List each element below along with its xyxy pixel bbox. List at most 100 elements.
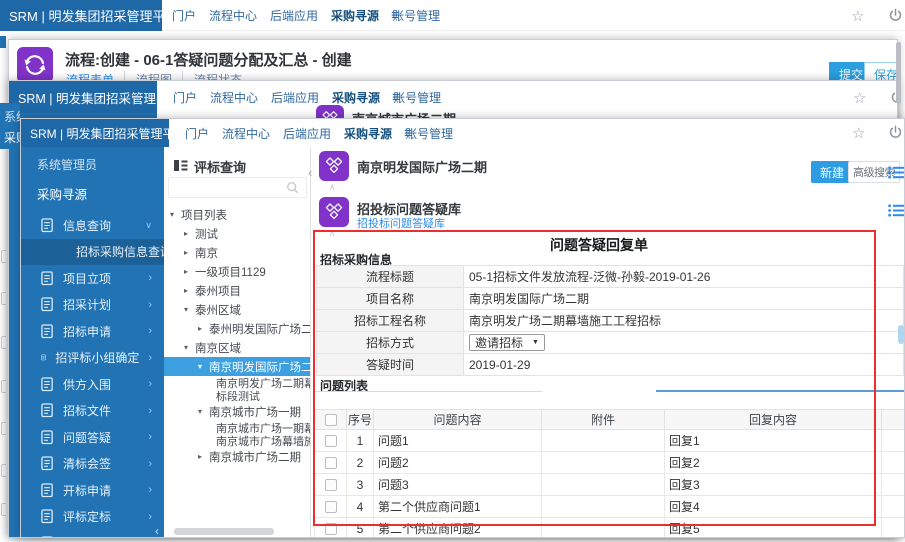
nav-item[interactable]: 门户 — [185, 125, 209, 142]
nav-item[interactable]: 流程中心 — [209, 7, 257, 24]
tree-node-label: 南京城市广场二期 — [209, 449, 301, 465]
nav-item[interactable]: 采购寻源 — [331, 7, 379, 24]
sidebar-menu-item[interactable]: 招标文件 › — [21, 398, 164, 425]
tree-caret-icon[interactable]: ▸ — [184, 229, 195, 238]
field-label: 招标方式 — [317, 332, 464, 353]
sidebar-item-label: 招标申请 — [63, 323, 111, 340]
list-view-icon[interactable] — [888, 166, 904, 179]
tree-caret-icon[interactable]: ▾ — [184, 343, 195, 352]
covered-icon-fragment — [1, 464, 6, 477]
tree-caret-icon[interactable]: ▸ — [198, 452, 209, 461]
field-value[interactable]: 邀请招标▼ — [469, 334, 545, 351]
tree-node-label: 泰州项目 — [195, 283, 241, 299]
form-field-row: 流程标题 05-1招标文件发放流程-泛微-孙毅-2019-01-26▼ — [317, 266, 903, 288]
sidebar-collapse-icon[interactable]: ‹ — [155, 524, 159, 538]
tree-node[interactable]: 南京明发广场二期幕墙施工 — [164, 376, 311, 389]
tree-caret-icon[interactable]: ▾ — [170, 210, 181, 219]
tree-caret-icon[interactable]: ▸ — [198, 324, 209, 333]
tree-search-input[interactable] — [168, 177, 307, 198]
tree-node[interactable]: ▸测试 — [164, 224, 311, 243]
tree-caret-icon[interactable]: ▸ — [184, 248, 195, 257]
qa-library-link[interactable]: 招投标问题答疑库 — [357, 215, 445, 231]
collapse-caret-icon[interactable]: ∧ — [329, 182, 336, 193]
horizontal-scrollbar[interactable] — [174, 528, 274, 535]
new-button[interactable]: 新建 — [811, 161, 853, 183]
tree-node[interactable]: 南京城市广场一期幕墙施工 — [164, 421, 311, 434]
reply-content: 回复2 — [665, 452, 882, 474]
tree-node[interactable]: ▸泰州项目 — [164, 281, 311, 300]
nav-item[interactable]: 后端应用 — [283, 125, 331, 142]
table-header-cell: 序号 — [347, 410, 374, 430]
nav-item[interactable]: 门户 — [172, 7, 196, 24]
vertical-scrollbar[interactable] — [896, 42, 901, 104]
tree-caret-icon[interactable]: ▾ — [198, 407, 209, 416]
sidebar-item-label: 开标申请 — [63, 482, 111, 499]
field-value[interactable]: 南京明发国际广场二期▼ — [469, 290, 589, 307]
sidebar-menu-item[interactable]: 评标定标 › — [21, 504, 164, 531]
sidebar-menu-item[interactable]: 项目立项 › — [21, 265, 164, 292]
power-icon[interactable] — [888, 125, 903, 140]
field-value-text: 2019-01-29 — [469, 358, 530, 372]
nav-item[interactable]: 采购寻源 — [332, 89, 380, 106]
tree-node[interactable]: 标段测试 — [164, 389, 311, 402]
menu-icon[interactable]: ≡ — [404, 125, 413, 142]
field-value[interactable]: 南京明发广场二期幕墙施工工程招标▼ — [469, 312, 661, 329]
row-checkbox[interactable] — [325, 501, 337, 513]
row-checkbox[interactable] — [325, 457, 337, 469]
favorite-icon[interactable]: ☆ — [852, 124, 865, 142]
field-value[interactable]: 05-1招标文件发放流程-泛微-孙毅-2019-01-26▼ — [469, 268, 710, 285]
sidebar-menu-item[interactable]: 信息查询 ∨ — [21, 212, 164, 239]
sidebar-menu-item[interactable]: 招采计划 › — [21, 292, 164, 319]
tree-caret-icon[interactable]: ▸ — [184, 267, 195, 276]
menu-icon[interactable]: ≡ — [392, 89, 401, 106]
nav-item[interactable]: 流程中心 — [222, 125, 270, 142]
sidebar-menu-item[interactable]: 问题答疑 › — [21, 424, 164, 451]
tree-node[interactable]: ▾泰州区域 — [164, 300, 311, 319]
tree-caret-icon[interactable]: ▾ — [198, 362, 209, 371]
menu-icon[interactable]: ≡ — [391, 7, 400, 24]
field-value[interactable]: 2019-01-29▼ — [469, 358, 530, 372]
row-select-cell — [315, 518, 347, 539]
nav-item[interactable]: 后端应用 — [270, 7, 318, 24]
tree-node[interactable]: ▸泰州明发国际广场二期 — [164, 319, 311, 338]
panel-collapse-icon[interactable]: ‹ — [308, 165, 312, 180]
tree-node[interactable]: ▸南京城市广场二期 — [164, 447, 311, 466]
nav-item[interactable]: 门户 — [173, 89, 197, 106]
sidebar-menu-item[interactable]: 开标申请 › — [21, 477, 164, 504]
nav-item[interactable]: 后端应用 — [271, 89, 319, 106]
table-header-cell: 回复内容 — [665, 410, 882, 430]
tree-node[interactable]: ▸南京 — [164, 243, 311, 262]
tree-node[interactable]: ▾南京城市广场一期 — [164, 402, 311, 421]
list-view-icon[interactable] — [888, 204, 904, 217]
tree-node[interactable]: 南京城市广场幕墙施工0311 — [164, 434, 311, 447]
sidebar-menu-item[interactable]: 清标会签 › — [21, 451, 164, 478]
row-checkbox[interactable] — [325, 435, 337, 447]
tree-node[interactable]: ▾南京明发国际广场二期 — [164, 357, 311, 376]
row-checkbox[interactable] — [325, 523, 337, 535]
sidebar-menu-item[interactable]: 招标申请 › — [21, 318, 164, 345]
sidebar-menu-item[interactable]: 招标采购信息查询 — [21, 239, 164, 266]
power-icon[interactable] — [888, 8, 903, 23]
tree-node[interactable]: ▾项目列表 — [164, 205, 311, 224]
form-title: 问题答疑回复单 — [314, 235, 884, 255]
sidebar-menu-item[interactable]: 信息发送 › — [21, 530, 164, 538]
row-checkbox[interactable] — [325, 479, 337, 491]
favorite-icon[interactable]: ☆ — [851, 7, 864, 25]
document-icon — [41, 483, 54, 498]
document-icon — [41, 430, 54, 445]
sidebar-item-label: 招标文件 — [63, 402, 111, 419]
nav-item[interactable]: 流程中心 — [210, 89, 258, 106]
nav-item[interactable]: 采购寻源 — [344, 125, 392, 142]
form-scrollbar-thumb[interactable] — [898, 325, 904, 344]
tree-caret-icon[interactable]: ▾ — [184, 305, 195, 314]
sidebar-module[interactable]: 采购寻源 — [37, 184, 164, 203]
sidebar-menu-item[interactable]: 招评标小组确定 › — [21, 345, 164, 372]
chevron-icon: › — [148, 484, 152, 496]
tree-node[interactable]: ▾南京区域 — [164, 338, 311, 357]
sidebar-menu-item[interactable]: 供方入围 › — [21, 371, 164, 398]
favorite-icon[interactable]: ☆ — [853, 89, 866, 107]
tree-node[interactable]: ▸一级项目1129 — [164, 262, 311, 281]
tree-caret-icon[interactable]: ▸ — [184, 286, 195, 295]
select-all-checkbox[interactable] — [325, 414, 337, 426]
table-row: 4 第二个供应商问题1 回复4 — [315, 496, 905, 518]
